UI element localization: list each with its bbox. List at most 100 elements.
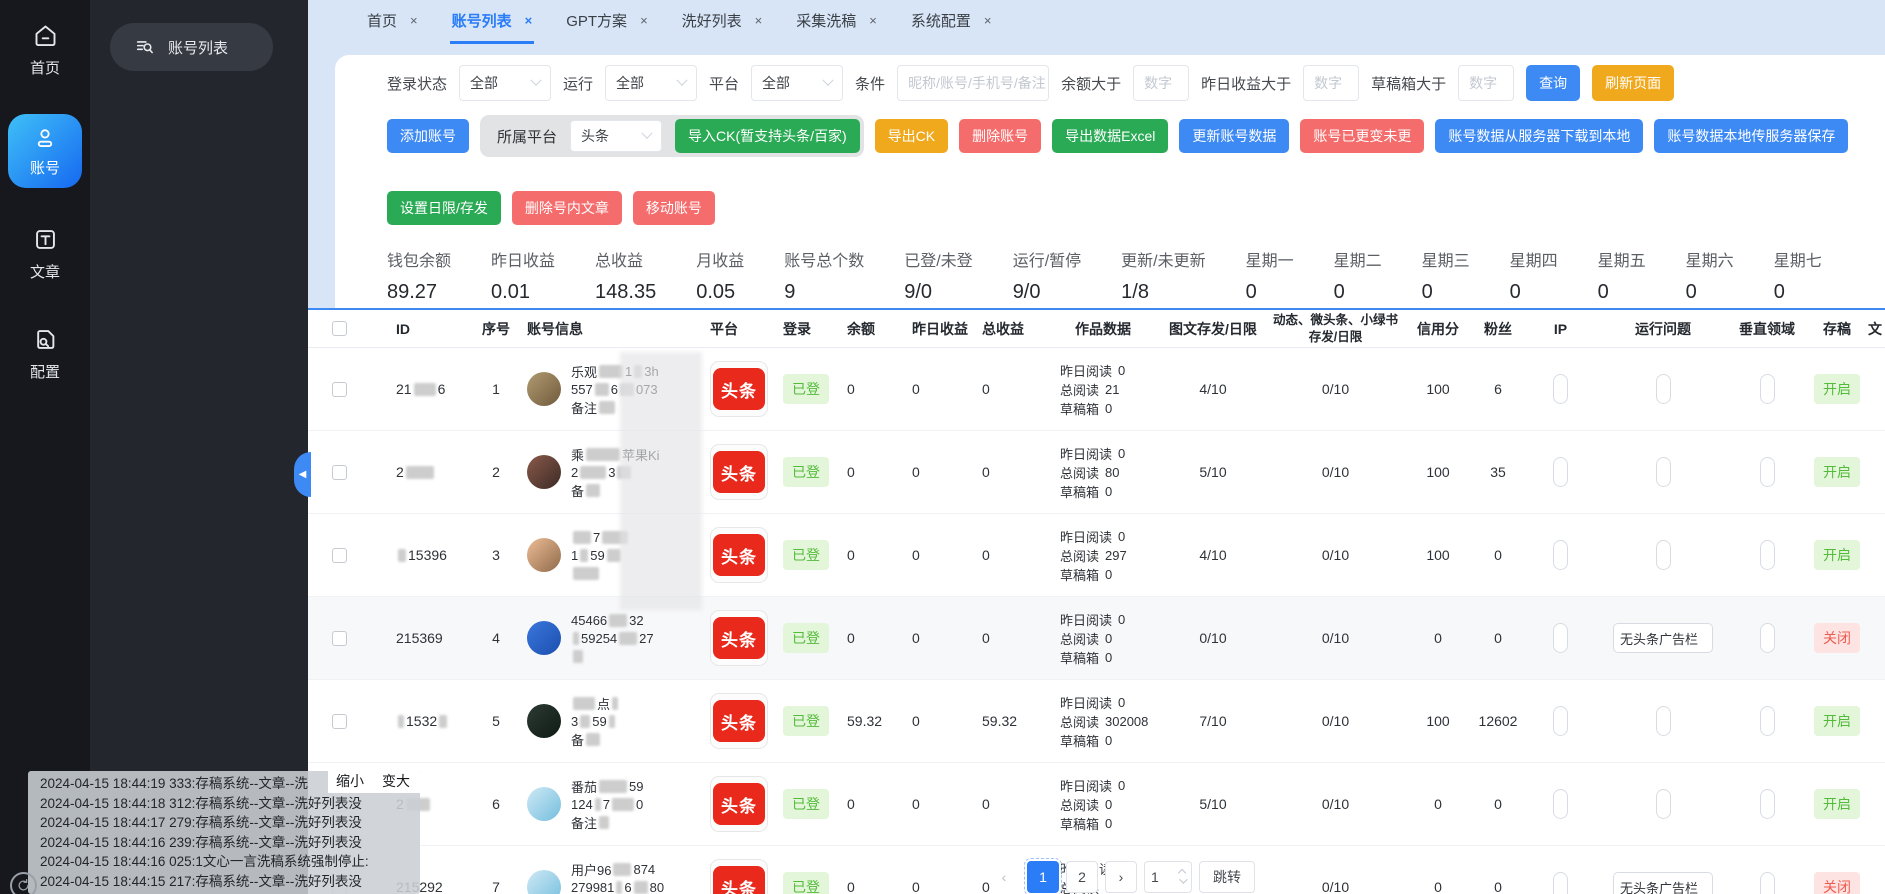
tab-6[interactable]: 系统配置×: [909, 0, 994, 44]
tab-1[interactable]: 首页×: [365, 0, 420, 44]
cell-vertical-field: [1728, 763, 1806, 845]
vertical-field-input[interactable]: [1760, 457, 1775, 487]
run-issue-input[interactable]: [1656, 540, 1671, 570]
filter-card: 登录状态 全部 运行 全部 平台 全部 条件 昵称/账号/手机号/备注 余额大于…: [335, 55, 1885, 308]
chevron-down-icon: [641, 128, 652, 139]
cell-works-data: 昨日阅读0总阅读80草稿箱0: [1048, 431, 1158, 513]
run-issue-input[interactable]: 无头条广告栏: [1613, 623, 1713, 653]
changed-not-updated-button[interactable]: 账号已更变未更: [1300, 119, 1424, 153]
ip-input[interactable]: [1553, 789, 1568, 819]
set-limit-button[interactable]: 设置日限/存发: [387, 191, 501, 225]
select-all-checkbox[interactable]: [332, 321, 347, 336]
vertical-field-input[interactable]: [1760, 623, 1775, 653]
draft-gt-input[interactable]: 数字: [1458, 65, 1514, 101]
ip-input[interactable]: [1553, 706, 1568, 736]
row-checkbox[interactable]: [332, 631, 347, 646]
tab-2[interactable]: 账号列表×: [450, 0, 535, 44]
stat-item: 已登/未登9/0: [904, 247, 972, 304]
ip-input[interactable]: [1553, 457, 1568, 487]
vertical-field-input[interactable]: [1760, 789, 1775, 819]
tab-5[interactable]: 采集洗稿×: [794, 0, 879, 44]
run-issue-input[interactable]: [1656, 374, 1671, 404]
ip-input[interactable]: [1553, 374, 1568, 404]
account-name-block: 番茄5912470备注: [571, 777, 643, 831]
delete-account-button[interactable]: 删除账号: [959, 119, 1041, 153]
refresh-icon[interactable]: [10, 872, 37, 894]
tab-close-icon[interactable]: ×: [410, 13, 418, 28]
export-ck-button[interactable]: 导出CK: [875, 119, 948, 153]
redacted-text: [599, 816, 609, 829]
prev-page-button[interactable]: ‹: [988, 861, 1020, 893]
stepper-icons[interactable]: [1179, 870, 1185, 884]
stat-item: 月收益0.05: [696, 247, 744, 304]
sidebar-item-config[interactable]: 配置: [0, 326, 90, 382]
vertical-field-input[interactable]: [1760, 540, 1775, 570]
update-account-data-button[interactable]: 更新账号数据: [1179, 119, 1289, 153]
account-info-line: 5925427: [571, 629, 654, 647]
works-label: 草稿箱: [1060, 648, 1099, 667]
jump-button[interactable]: 跳转: [1199, 861, 1255, 893]
cell-works-data: 昨日阅读0总阅读0草稿箱0: [1048, 597, 1158, 679]
vertical-field-input[interactable]: [1760, 706, 1775, 736]
delete-articles-button[interactable]: 删除号内文章: [512, 191, 622, 225]
text-segment: 3h: [644, 364, 658, 379]
run-select[interactable]: 全部: [605, 65, 697, 101]
cell-fans: 0: [1473, 597, 1523, 679]
panel-search[interactable]: 账号列表: [110, 23, 273, 71]
move-account-button[interactable]: 移动账号: [633, 191, 715, 225]
run-issue-input[interactable]: [1656, 457, 1671, 487]
vertical-field-input[interactable]: [1760, 374, 1775, 404]
sidebar-item-article[interactable]: 文章: [0, 226, 90, 282]
tab-3[interactable]: GPT方案×: [564, 0, 649, 44]
run-issue-input[interactable]: [1656, 789, 1671, 819]
row-checkbox[interactable]: [332, 465, 347, 480]
page-button-1[interactable]: 1: [1027, 861, 1059, 893]
works-value: 0: [1105, 816, 1112, 831]
add-account-button[interactable]: 添加账号: [387, 119, 469, 153]
refresh-page-button[interactable]: 刷新页面: [1592, 65, 1674, 101]
yesterday-gt-input[interactable]: 数字: [1303, 65, 1359, 101]
sidebar-item-account[interactable]: 账号: [8, 114, 82, 188]
ip-input[interactable]: [1553, 623, 1568, 653]
upload-to-server-button[interactable]: 账号数据本地传服务器保存: [1654, 119, 1848, 153]
list-search-icon: [134, 36, 156, 58]
vertical-field-input[interactable]: [1760, 872, 1775, 894]
download-from-server-button[interactable]: 账号数据从服务器下载到本地: [1435, 119, 1643, 153]
account-info-line: 7: [571, 528, 630, 546]
balance-gt-input[interactable]: 数字: [1133, 65, 1189, 101]
tab-4[interactable]: 洗好列表×: [680, 0, 765, 44]
tab-close-icon[interactable]: ×: [525, 13, 533, 28]
tab-close-icon[interactable]: ×: [984, 13, 992, 28]
row-checkbox[interactable]: [332, 714, 347, 729]
collapse-panel-handle[interactable]: ◀: [294, 452, 311, 497]
import-ck-button[interactable]: 导入CK(暂支持头条/百家): [675, 119, 860, 153]
tab-close-icon[interactable]: ×: [869, 13, 877, 28]
query-button[interactable]: 查询: [1526, 65, 1580, 101]
ip-input[interactable]: [1553, 872, 1568, 894]
tab-close-icon[interactable]: ×: [640, 13, 648, 28]
jump-page-input[interactable]: 1: [1144, 861, 1192, 893]
run-issue-input[interactable]: [1656, 706, 1671, 736]
works-line: 昨日阅读0: [1060, 444, 1125, 463]
next-page-button[interactable]: ›: [1105, 861, 1137, 893]
platform-select[interactable]: 全部: [751, 65, 843, 101]
cell-yesterday-income: 0: [908, 514, 978, 596]
ip-input[interactable]: [1553, 540, 1568, 570]
platform-group-select[interactable]: 头条: [570, 120, 662, 152]
tab-close-icon[interactable]: ×: [755, 13, 763, 28]
redacted-text: [580, 466, 606, 479]
cell-id: 215369: [370, 597, 465, 679]
export-excel-button[interactable]: 导出数据Excel: [1052, 119, 1168, 153]
row-checkbox[interactable]: [332, 382, 347, 397]
cell-total-income: 0: [978, 763, 1048, 845]
page-button-2[interactable]: 2: [1066, 861, 1098, 893]
login-status-select[interactable]: 全部: [459, 65, 551, 101]
row-checkbox[interactable]: [332, 548, 347, 563]
log-grow-button[interactable]: 变大: [382, 772, 410, 792]
run-issue-input[interactable]: 无头条广告栏: [1613, 872, 1713, 894]
log-shrink-button[interactable]: 缩小: [336, 772, 364, 792]
text-segment: 3: [608, 465, 615, 480]
condition-input[interactable]: 昵称/账号/手机号/备注: [897, 65, 1049, 101]
sidebar-item-home[interactable]: 首页: [0, 22, 90, 78]
text-segment: 备注: [571, 398, 597, 417]
